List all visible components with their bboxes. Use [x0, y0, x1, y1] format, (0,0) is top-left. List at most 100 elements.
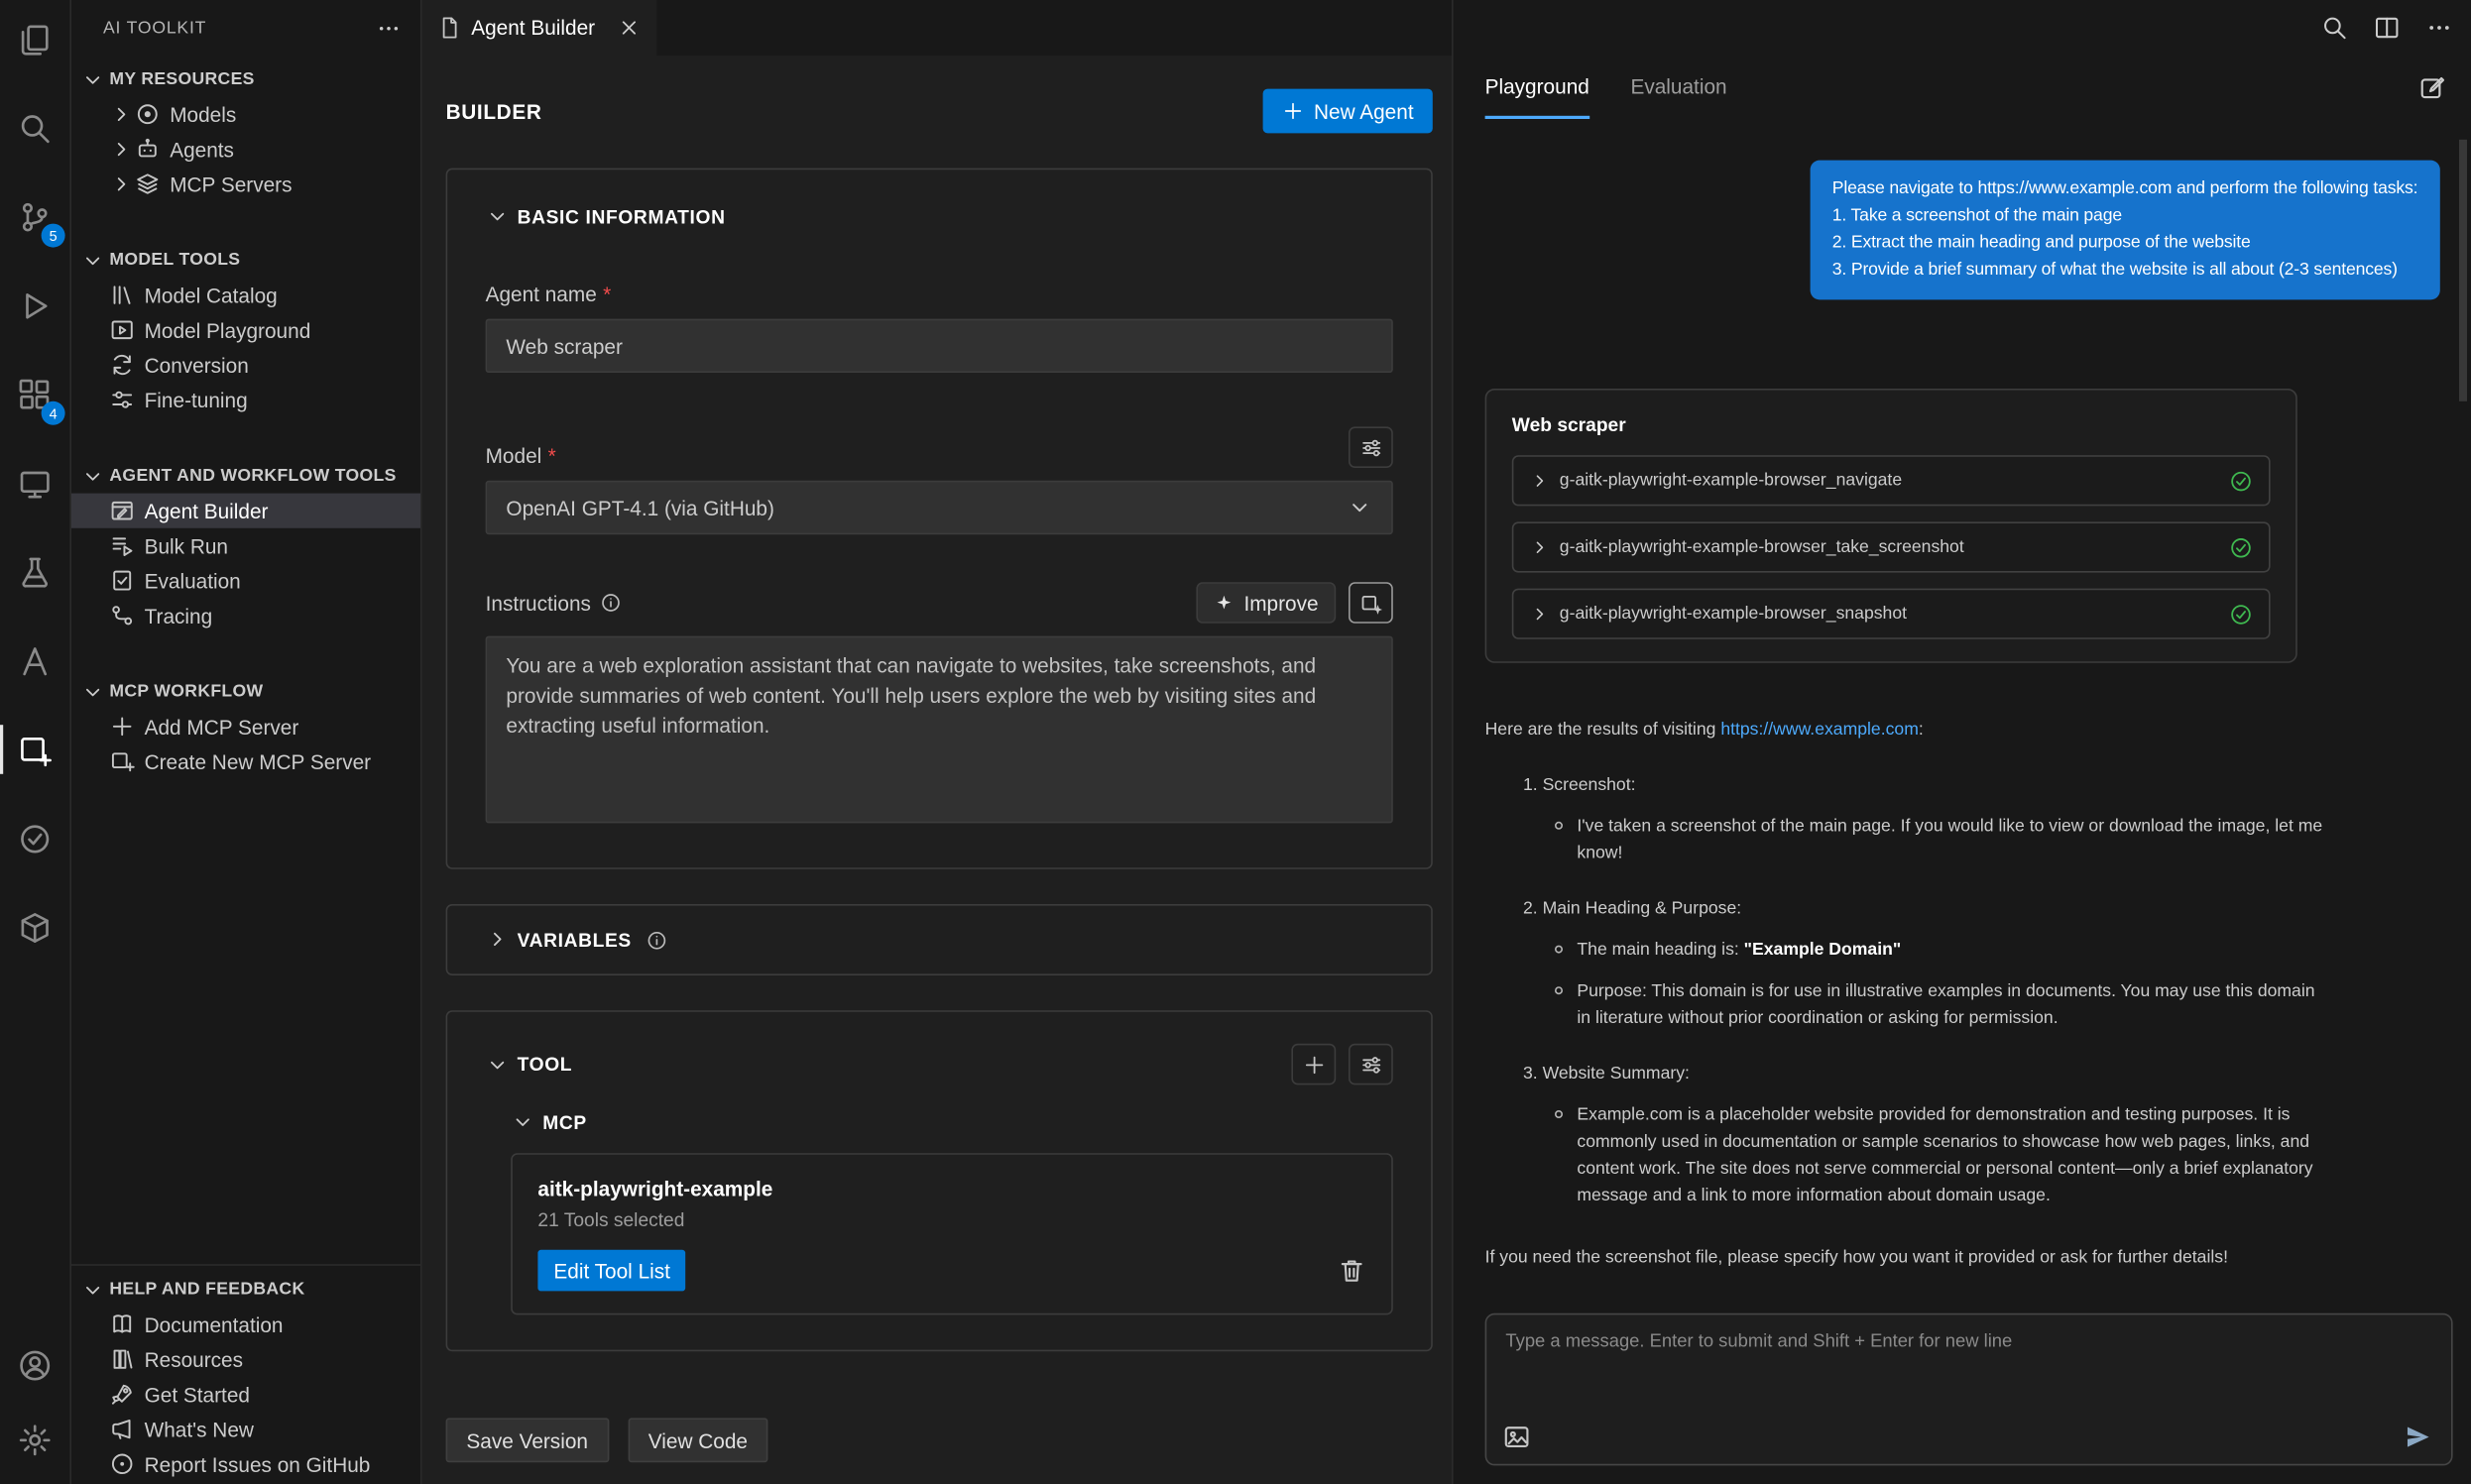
add-tool-button[interactable] [1291, 1044, 1336, 1085]
tool-call-name: g-aitk-playwright-example-browser_snapsh… [1560, 601, 1907, 628]
new-agent-button[interactable]: New Agent [1263, 89, 1433, 134]
instructions-textarea[interactable]: You are a web exploration assistant that… [486, 636, 1393, 824]
instructions-actions: Improve [1196, 582, 1392, 624]
view-code-button[interactable]: View Code [628, 1418, 768, 1462]
sidebar-item-fine-tuning[interactable]: Fine-tuning [71, 383, 420, 417]
activity-account-icon[interactable] [0, 1329, 69, 1401]
tool-settings-button[interactable] [1349, 1044, 1393, 1085]
tool-call-row[interactable]: g-aitk-playwright-example-browser_take_s… [1512, 521, 2271, 572]
target-icon [135, 101, 161, 127]
section-header-mcp-workflow[interactable]: MCP WORKFLOW [71, 674, 420, 709]
run-debug-icon [18, 287, 53, 322]
sidebar-item-tracing[interactable]: Tracing [71, 598, 420, 632]
image-icon[interactable] [1502, 1423, 1531, 1451]
chevron-down-icon [81, 464, 105, 488]
sidebar-item-get-started[interactable]: Get Started [71, 1377, 420, 1412]
tool-header-row: TOOL [486, 1044, 1393, 1085]
model-value: OpenAI GPT-4.1 (via GitHub) [506, 496, 774, 519]
save-version-button[interactable]: Save Version [446, 1418, 609, 1462]
split-editor-icon[interactable] [2374, 14, 2401, 41]
activity-source-control-icon[interactable]: 5 [0, 180, 69, 252]
result-link[interactable]: https://www.example.com [1720, 720, 1919, 739]
remote-explorer-icon [18, 466, 53, 501]
ai-studio-icon [18, 643, 53, 678]
sidebar-item-agents[interactable]: Agents [71, 132, 420, 167]
activity-ai-studio-icon[interactable] [0, 625, 69, 696]
model-select[interactable]: OpenAI GPT-4.1 (via GitHub) [486, 481, 1393, 534]
agent-name-input[interactable]: Web scraper [486, 319, 1393, 373]
builder-icon [109, 498, 135, 523]
tool-header[interactable]: TOOL [486, 1053, 573, 1077]
new-chat-icon[interactable] [2417, 73, 2446, 102]
tab-agent-builder[interactable]: Agent Builder [422, 0, 657, 56]
item-label: Bulk Run [145, 533, 228, 557]
generate-icon [1358, 591, 1382, 615]
tab-evaluation[interactable]: Evaluation [1630, 56, 1726, 119]
close-icon[interactable] [618, 16, 642, 40]
activity-extensions-icon[interactable]: 4 [0, 359, 69, 430]
activity-run-debug-icon[interactable] [0, 270, 69, 341]
user-message-line: 2. Extract the main heading and purpose … [1832, 230, 2418, 257]
sidebar-item-what-s-new[interactable]: What's New [71, 1412, 420, 1446]
activity-settings-gear-icon[interactable] [0, 1404, 69, 1475]
page-title: BUILDER [446, 99, 542, 123]
activity-remote-explorer-icon[interactable] [0, 447, 69, 518]
activity-search-icon[interactable] [0, 92, 69, 164]
activity-agent-builder-icon[interactable] [0, 714, 69, 785]
variables-header[interactable]: VARIABLES [486, 928, 1393, 952]
section-header-my-resources[interactable]: MY RESOURCES [71, 61, 420, 96]
model-label-group: Model* [486, 444, 556, 468]
improve-button[interactable]: Improve [1196, 582, 1336, 624]
message-input[interactable] [1486, 1314, 2451, 1463]
chevron-down-icon [486, 1053, 510, 1077]
model-settings-button[interactable] [1349, 426, 1393, 468]
sidebar-item-report-issues-on-github[interactable]: Report Issues on GitHub [71, 1446, 420, 1481]
activity-test-explorer-icon[interactable] [0, 803, 69, 874]
text: : [1919, 720, 1924, 739]
sidebar-item-agent-builder[interactable]: Agent Builder [71, 494, 420, 528]
sidebar-item-mcp-servers[interactable]: MCP Servers [71, 167, 420, 201]
circle-bullet-icon [1555, 1110, 1563, 1118]
section-header-help-and-feedback[interactable]: HELP AND FEEDBACK [71, 1272, 420, 1307]
scrollbar-thumb[interactable] [2459, 140, 2467, 401]
sidebar-item-conversion[interactable]: Conversion [71, 347, 420, 382]
tab-bar: Agent Builder [422, 0, 1452, 56]
section-header-model-tools[interactable]: MODEL TOOLS [71, 243, 420, 278]
edit-tool-list-label: Edit Tool List [553, 1259, 670, 1283]
sidebar-section-help-and-feedback: HELP AND FEEDBACKDocumentation Resources G… [71, 1264, 420, 1484]
search-icon[interactable] [2321, 14, 2348, 41]
sidebar-item-resources[interactable]: Resources [71, 1342, 420, 1377]
send-icon[interactable] [2404, 1423, 2432, 1451]
basic-information-header[interactable]: BASIC INFORMATION [486, 204, 1393, 228]
edit-tool-list-button[interactable]: Edit Tool List [537, 1250, 686, 1292]
tool-call-row[interactable]: g-aitk-playwright-example-browser_snapsh… [1512, 589, 2271, 639]
section-header-agent-and-workflow-tools[interactable]: AGENT AND WORKFLOW TOOLS [71, 458, 420, 493]
sidebar-item-add-mcp-server[interactable]: Add MCP Server [71, 709, 420, 743]
more-icon[interactable] [2425, 14, 2452, 41]
tool-call-row[interactable]: g-aitk-playwright-example-browser_naviga… [1512, 455, 2271, 506]
sidebar-item-models[interactable]: Models [71, 97, 420, 132]
circle-bullet-icon [1555, 986, 1563, 994]
sidebar-item-bulk-run[interactable]: Bulk Run [71, 528, 420, 563]
item-label: Model Catalog [145, 284, 278, 307]
activity-package-icon[interactable] [0, 891, 69, 963]
activity-beaker-icon[interactable] [0, 536, 69, 608]
sidebar-sections: MY RESOURCESModelsAgentsMCP Servers MODEL… [71, 56, 420, 1484]
activity-badge: 5 [42, 224, 65, 248]
sidebar-item-model-playground[interactable]: Model Playground [71, 312, 420, 347]
sidebar-item-model-catalog[interactable]: Model Catalog [71, 278, 420, 312]
sidebar-item-documentation[interactable]: Documentation [71, 1307, 420, 1341]
sidebar-item-create-new-mcp-server[interactable]: Create New MCP Server [71, 743, 420, 778]
item-label: Resources [145, 1347, 243, 1371]
chevron-down-icon [81, 1278, 105, 1302]
rocket-icon [109, 1382, 135, 1408]
generate-button[interactable] [1349, 582, 1393, 624]
text-segment: "Example Domain" [1744, 941, 1902, 960]
activity-explorer-icon[interactable] [0, 3, 69, 74]
tab-playground[interactable]: Playground [1485, 56, 1589, 119]
more-actions-icon[interactable] [376, 15, 402, 41]
mcp-header[interactable]: MCP [511, 1110, 1393, 1134]
section-label: MODEL TOOLS [109, 251, 240, 270]
sidebar-item-evaluation[interactable]: Evaluation [71, 563, 420, 598]
trash-icon[interactable] [1338, 1256, 1366, 1285]
